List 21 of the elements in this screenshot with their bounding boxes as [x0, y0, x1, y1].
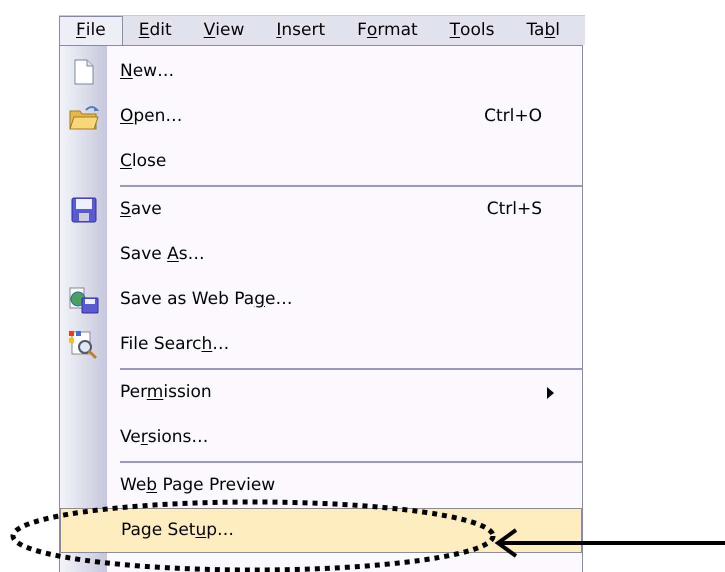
menu-item[interactable]: New… — [107, 49, 582, 94]
globe-floppy-icon — [68, 286, 100, 314]
menu-item[interactable]: Page Setup… — [60, 508, 582, 553]
menu-item[interactable]: Open… Ctrl+O — [107, 94, 582, 139]
menu-item[interactable]: File Search… — [107, 322, 582, 367]
menu-item[interactable]: Permission — [107, 370, 582, 415]
document-search-icon — [68, 330, 100, 360]
menu-title[interactable]: Insert — [260, 16, 342, 45]
menu-title[interactable]: Tabl — [510, 16, 576, 45]
menu-title[interactable]: Tools — [434, 16, 510, 45]
menu-item[interactable]: Web Page Preview — [107, 463, 582, 508]
menu-title[interactable]: View — [188, 16, 260, 45]
menu-item[interactable]: Save as Web Page… — [107, 277, 582, 322]
menu-title[interactable]: Format — [341, 16, 434, 45]
menu-item[interactable]: Close — [107, 139, 582, 184]
menu-item[interactable]: Versions… — [107, 415, 582, 460]
menu-title[interactable]: Edit — [122, 16, 188, 45]
menu-item[interactable]: Save Ctrl+S — [107, 187, 582, 232]
menu-item[interactable]: Save As… — [107, 232, 582, 277]
blank-page-icon — [72, 58, 94, 84]
menu-title[interactable]: File — [59, 16, 123, 45]
